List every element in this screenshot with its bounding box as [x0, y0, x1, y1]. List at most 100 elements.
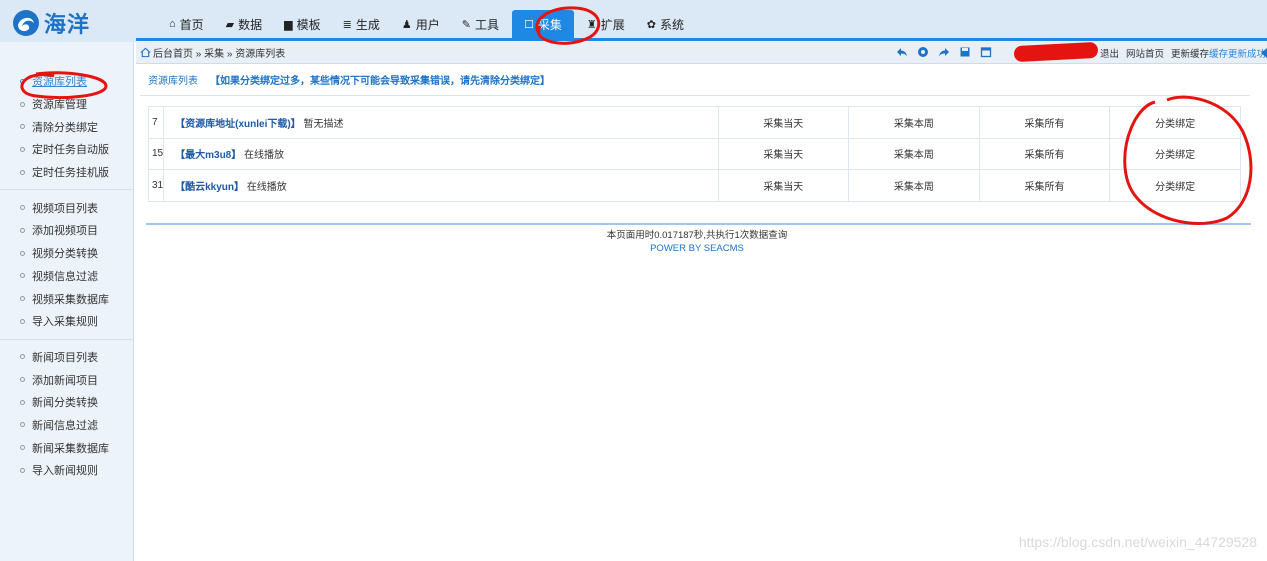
collect-week-link[interactable]: 采集本周	[848, 106, 980, 139]
row-name-cell: 【最大m3u8】 在线播放	[163, 137, 719, 170]
sidebar-item-label: 视频采集数据库	[32, 293, 109, 306]
resource-name-link[interactable]: 【酷云kkyun】	[175, 182, 244, 193]
bullet-icon	[20, 318, 25, 324]
sidebar-item-news-filter[interactable]: 新闻信息过滤	[0, 414, 133, 437]
nav-label: 用户	[415, 17, 440, 32]
sidebar-group-news: 新闻项目列表 添加新闻项目 新闻分类转换 新闻信息过滤 新闻采集数据库 导入新闻…	[0, 338, 133, 482]
collect-all-link[interactable]: 采集所有	[978, 106, 1111, 139]
collect-week-link[interactable]: 采集本周	[848, 137, 980, 170]
collect-today-link[interactable]: 采集当天	[717, 106, 850, 139]
puzzle-icon: ♜	[586, 18, 597, 31]
back-icon[interactable]	[896, 46, 908, 58]
sidebar-item-label: 添加视频项目	[32, 225, 98, 238]
calendar-icon[interactable]	[980, 46, 992, 58]
nav-label: 生成	[355, 17, 380, 32]
row-name-cell: 【资源库地址(xunlei下载)】 暂无描述	[163, 106, 719, 139]
bullet-icon	[20, 445, 25, 451]
sidebar-item-import-rules[interactable]: 导入采集规则	[0, 310, 133, 333]
sidebar-item-import-news-rules[interactable]: 导入新闻规则	[0, 459, 133, 482]
bullet-icon	[20, 273, 25, 279]
breadcrumb-text[interactable]: 后台首页 » 采集 » 资源库列表	[153, 45, 285, 60]
sidebar-item-video-database[interactable]: 视频采集数据库	[0, 287, 133, 310]
sidebar-item-news-projects[interactable]: 新闻项目列表	[0, 346, 133, 369]
collapse-arrow-icon[interactable]	[1261, 48, 1267, 58]
sidebar-item-news-database[interactable]: 新闻采集数据库	[0, 436, 133, 459]
book-icon: ▰	[225, 18, 235, 31]
collect-today-link[interactable]: 采集当天	[717, 169, 850, 202]
gear-icon: ✿	[646, 18, 656, 31]
table-row: 15 【最大m3u8】 在线播放 采集当天 采集本周 采集所有 分类绑定	[147, 137, 1241, 170]
sidebar-item-label: 新闻采集数据库	[32, 442, 109, 455]
resource-name-link[interactable]: 【最大m3u8】	[175, 150, 241, 161]
category-bind-link[interactable]: 分类绑定	[1109, 106, 1241, 139]
logout-link[interactable]: 退出	[1100, 46, 1119, 60]
page-title-bar: 资源库列表 【如果分类绑定过多，某些情况下可能会导致采集错误，请先清除分类绑定】	[140, 64, 1250, 96]
update-cache-link[interactable]: 更新缓存缓存更新成功	[1171, 46, 1266, 60]
sidebar-item-label: 视频项目列表	[32, 202, 98, 215]
nav-label: 系统	[660, 17, 685, 32]
sidebar-item-cron-hang[interactable]: 定时任务挂机版	[0, 161, 133, 184]
forward-icon[interactable]	[938, 46, 950, 58]
nav-extend[interactable]: ♜ 扩展	[578, 10, 634, 38]
nav-label: 扩展	[600, 17, 625, 32]
sidebar-item-add-news-project[interactable]: 添加新闻项目	[0, 368, 133, 391]
save-icon[interactable]	[959, 46, 971, 58]
divider	[146, 223, 1251, 225]
sidebar-item-video-filter[interactable]: 视频信息过滤	[0, 265, 133, 288]
sidebar-item-label: 视频分类转换	[32, 248, 98, 261]
sidebar-item-video-projects[interactable]: 视频项目列表	[0, 196, 133, 219]
swirl-logo-icon	[13, 10, 39, 36]
site-home-link[interactable]: 网站首页	[1126, 46, 1164, 60]
query-stats: 本页面用时0.017187秒,共执行1次数据查询	[606, 230, 788, 241]
file-icon: ▆	[284, 18, 293, 31]
bullet-icon	[20, 467, 25, 473]
edit-icon: ☐	[524, 18, 534, 31]
category-bind-link[interactable]: 分类绑定	[1109, 137, 1241, 170]
bullet-icon	[20, 296, 25, 302]
category-bind-link[interactable]: 分类绑定	[1109, 169, 1241, 202]
nav-label: 工具	[474, 17, 499, 32]
breadcrumb-bar: 后台首页 » 采集 » 资源库列表 退出 网站首页 更新缓存缓存更新成功	[136, 41, 1267, 64]
nav-user[interactable]: ♟ 用户	[393, 10, 449, 38]
nav-template[interactable]: ▆ 模板	[275, 10, 329, 38]
sidebar-item-resource-list[interactable]: 资源库列表	[0, 70, 133, 93]
bullet-icon	[20, 124, 25, 130]
nav-generate[interactable]: ≣ 生成	[334, 10, 389, 38]
nav-collect[interactable]: ☐ 采集	[512, 10, 574, 38]
resource-table: 7 【资源库地址(xunlei下载)】 暂无描述 采集当天 采集本周 采集所有 …	[147, 106, 1241, 202]
sidebar-item-resource-manage[interactable]: 资源库管理	[0, 93, 133, 116]
bullet-icon	[20, 205, 25, 211]
sidebar-item-clear-binding[interactable]: 清除分类绑定	[0, 115, 133, 138]
sidebar: 资源库列表 资源库管理 清除分类绑定 定时任务自动版 定时任务挂机版 视频项目列…	[0, 42, 134, 561]
breadcrumb: 后台首页 » 采集 » 资源库列表	[136, 45, 285, 60]
home-icon	[140, 47, 151, 57]
sidebar-item-video-category-convert[interactable]: 视频分类转换	[0, 242, 133, 265]
logo[interactable]: 海洋	[12, 8, 132, 38]
main-content: 资源库列表 【如果分类绑定过多，某些情况下可能会导致采集错误，请先清除分类绑定】…	[140, 64, 1251, 254]
resource-name-link[interactable]: 【资源库地址(xunlei下载)】	[175, 119, 301, 130]
sidebar-item-add-video-project[interactable]: 添加视频项目	[0, 219, 133, 242]
sidebar-item-label: 资源库列表	[32, 76, 87, 89]
bullet-icon	[20, 354, 25, 360]
sidebar-item-label: 视频信息过滤	[32, 270, 98, 283]
nav-tools[interactable]: ✎ 工具	[453, 10, 508, 38]
nav-data[interactable]: ▰ 数据	[217, 10, 271, 38]
collect-week-link[interactable]: 采集本周	[848, 169, 980, 202]
sidebar-item-news-category-convert[interactable]: 新闻分类转换	[0, 391, 133, 414]
footer: 本页面用时0.017187秒,共执行1次数据查询 POWER BY SEACMS	[140, 229, 1254, 255]
sidebar-item-label: 新闻信息过滤	[32, 419, 98, 432]
redaction-mark	[1013, 41, 1099, 63]
resource-desc: 暂无描述	[303, 118, 344, 130]
wrench-icon: ✎	[461, 18, 471, 31]
bullet-icon	[20, 227, 25, 233]
refresh-icon[interactable]	[917, 46, 929, 58]
collect-today-link[interactable]: 采集当天	[717, 137, 850, 170]
watermark: https://blog.csdn.net/weixin_44729528	[1018, 534, 1257, 550]
bullet-icon	[20, 146, 25, 152]
nav-system[interactable]: ✿ 系统	[638, 10, 693, 38]
sidebar-item-cron-auto[interactable]: 定时任务自动版	[0, 138, 133, 161]
collect-all-link[interactable]: 采集所有	[978, 169, 1111, 202]
notice-text: 【如果分类绑定过多，某些情况下可能会导致采集错误，请先清除分类绑定】	[210, 76, 550, 87]
collect-all-link[interactable]: 采集所有	[978, 137, 1111, 170]
nav-home[interactable]: ⌂ 首页	[160, 10, 213, 38]
